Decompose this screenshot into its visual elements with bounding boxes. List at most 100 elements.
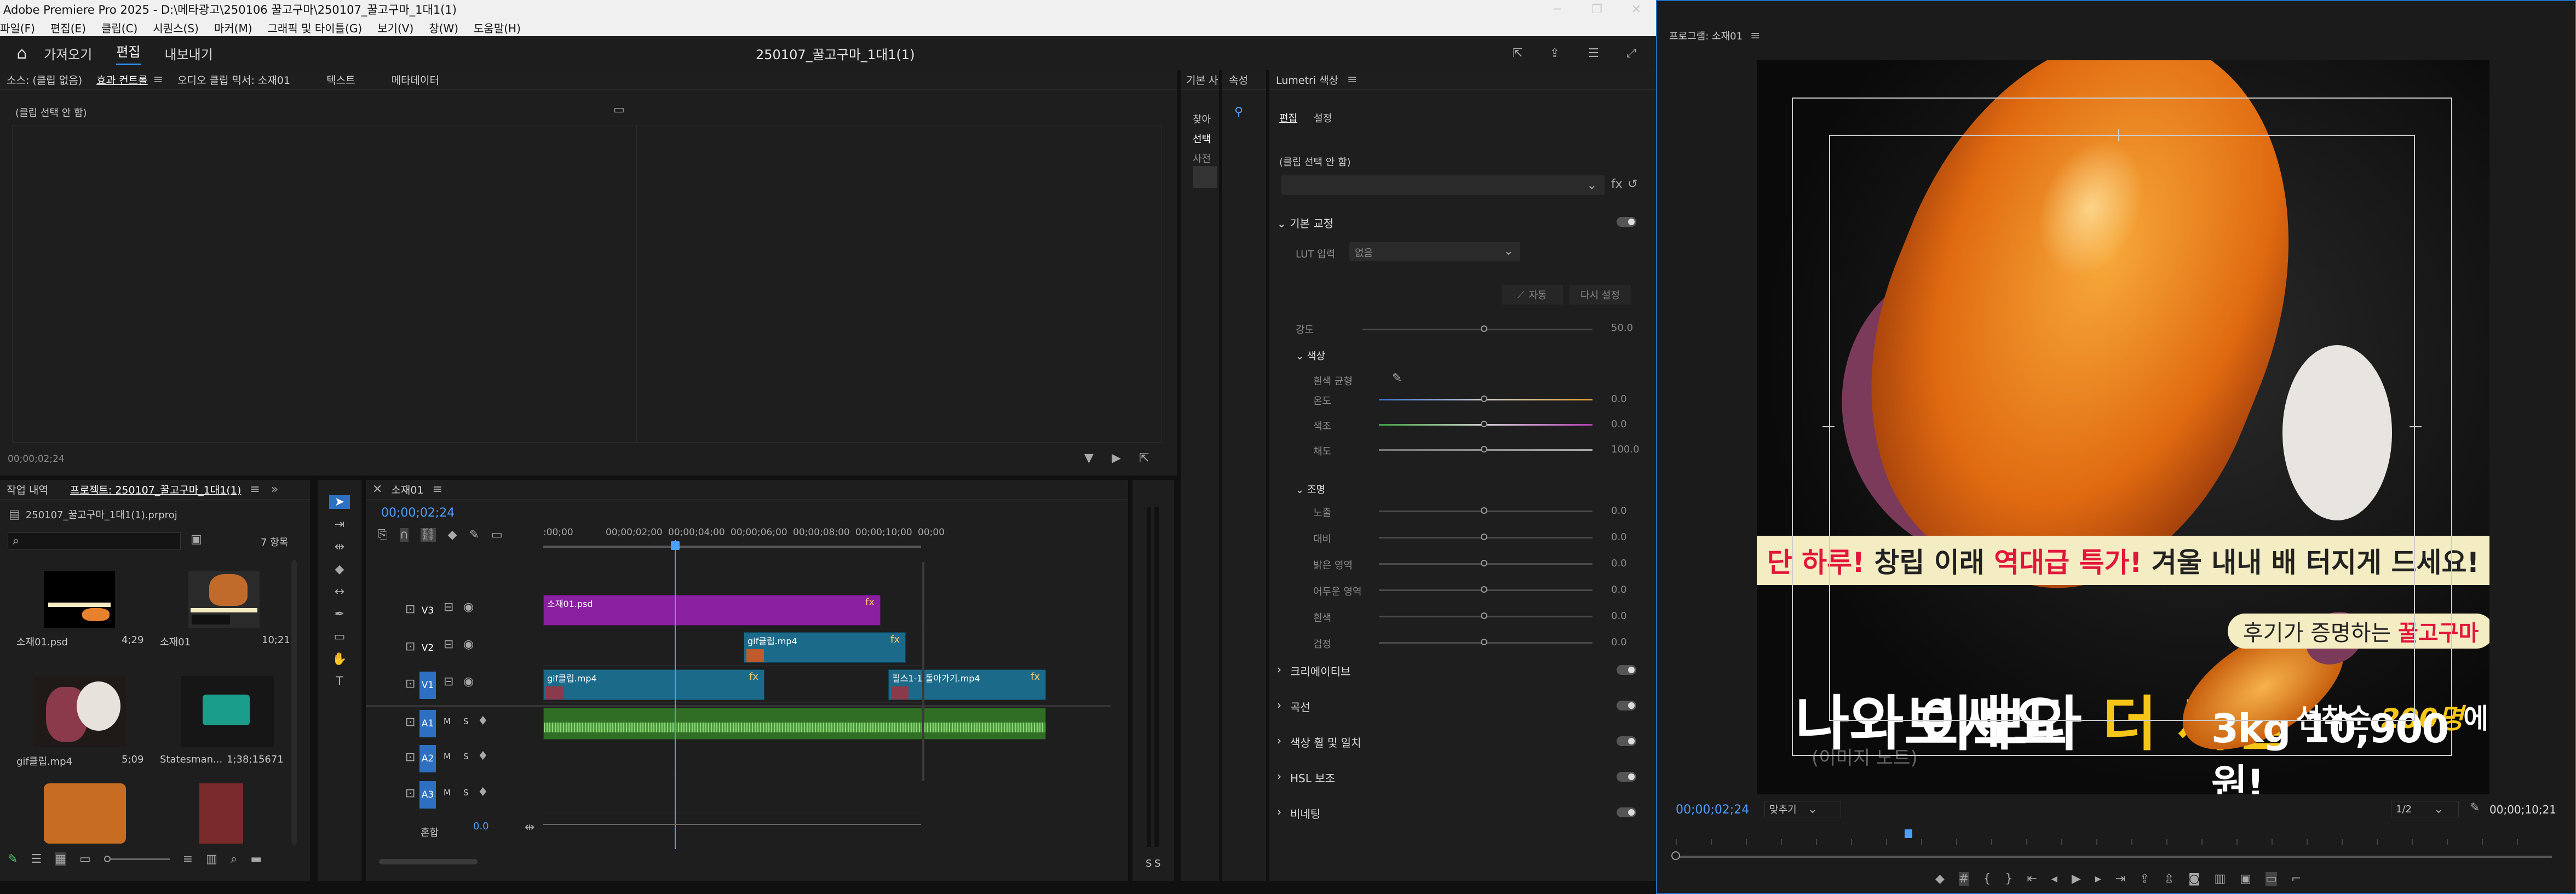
find-icon[interactable]: ⌕ xyxy=(231,852,237,866)
tab-metadata[interactable]: 메타데이터 xyxy=(392,72,439,87)
overlay-icon[interactable]: ▣ xyxy=(2240,872,2251,886)
eye-icon[interactable]: ◉ xyxy=(463,600,474,614)
light-slider-knob[interactable] xyxy=(1481,560,1487,566)
share-icon[interactable]: ⇪ xyxy=(1550,47,1560,60)
program-title[interactable]: 프로그램: 소재01 xyxy=(1669,28,1743,43)
timeline-menu-icon[interactable]: ≡ xyxy=(433,483,442,496)
project-scrollbar[interactable] xyxy=(291,560,297,845)
menu-marker[interactable]: 마커(M) xyxy=(214,20,252,36)
transform-handle-right[interactable] xyxy=(2410,426,2422,427)
section-basic[interactable]: ⌄ 기본 교정 xyxy=(1277,215,1333,231)
light-slider-knob[interactable] xyxy=(1481,586,1487,593)
slip-icon[interactable]: ↔ xyxy=(335,585,344,599)
fullscreen-icon[interactable]: ⤢ xyxy=(1626,47,1636,60)
tab-source[interactable]: 소스: (클립 없음) xyxy=(7,72,82,87)
eye-icon[interactable]: ◉ xyxy=(463,638,474,651)
mic-icon[interactable]: ♦ xyxy=(478,749,488,763)
settings-wrench-icon[interactable]: ✎ xyxy=(2470,801,2480,815)
camera-icon[interactable]: ◙ xyxy=(2188,872,2200,886)
linked-select-icon[interactable]: ⛓ xyxy=(420,528,436,542)
panel-menu-icon[interactable]: ≡ xyxy=(153,73,163,87)
project-menu-icon[interactable]: ≡ xyxy=(250,483,260,496)
intensity-knob[interactable] xyxy=(1481,325,1487,332)
transform-handle-left[interactable] xyxy=(1822,426,1835,427)
tab-essential[interactable]: 기본 사 xyxy=(1186,72,1218,87)
add-marker-icon[interactable]: ◆ xyxy=(448,528,457,542)
mini-item-find[interactable]: 찾아 xyxy=(1193,112,1211,126)
selection-tool-icon[interactable]: ➤ xyxy=(329,495,350,509)
menu-clip[interactable]: 클립(C) xyxy=(101,20,137,36)
vr-icon[interactable]: ⌐ xyxy=(2291,872,2301,886)
lock-icon[interactable]: ⊡ xyxy=(405,715,415,729)
workspaces-icon[interactable]: ☰ xyxy=(1588,47,1599,60)
tab-sequence[interactable]: 소재01 xyxy=(391,482,423,497)
zoom-slider[interactable] xyxy=(104,856,170,862)
lumetri-title[interactable]: Lumetri 색상 xyxy=(1276,72,1338,87)
sync-lock-icon[interactable]: ⊟ xyxy=(444,675,453,689)
lumetri-section-toggle[interactable] xyxy=(1617,736,1636,746)
light-slider-knob[interactable] xyxy=(1481,612,1487,619)
tab-properties[interactable]: 속성 xyxy=(1229,72,1248,87)
mark-out-icon[interactable]: } xyxy=(2005,872,2013,886)
lumetri-section-label[interactable]: 곡선 xyxy=(1290,698,1310,714)
lumetri-section-chevron[interactable]: › xyxy=(1277,698,1281,712)
section-light[interactable]: ⌄ 조명 xyxy=(1296,482,1325,496)
menu-sequence[interactable]: 시퀀스(S) xyxy=(153,20,199,36)
menu-window[interactable]: 창(W) xyxy=(429,20,458,36)
lumetri-section-toggle[interactable] xyxy=(1617,665,1636,675)
lumetri-section-chevron[interactable]: › xyxy=(1277,663,1281,676)
project-search-input[interactable]: ⌕ xyxy=(8,532,181,550)
light-slider-knob[interactable] xyxy=(1481,534,1487,540)
lumetri-section-toggle[interactable] xyxy=(1617,701,1636,710)
track-target[interactable]: V2 xyxy=(419,634,436,662)
play-icon[interactable]: ▶ xyxy=(2072,872,2081,886)
pen-tool-icon[interactable]: ✒ xyxy=(335,608,344,621)
clip-select-dropdown[interactable]: ⌄ xyxy=(1281,175,1605,195)
tab-project[interactable]: 프로젝트: 250107_꿀고구마_1대1(1) xyxy=(70,482,241,497)
track-select-icon[interactable]: ⇥ xyxy=(335,518,344,531)
timeline-hscroll[interactable] xyxy=(379,859,478,864)
reset-icon[interactable]: ↺ xyxy=(1628,177,1637,191)
scrubber-playhead[interactable] xyxy=(1905,829,1912,838)
track-target[interactable]: A1 xyxy=(419,710,436,737)
meter-solo-l[interactable]: S xyxy=(1146,858,1152,869)
track-target[interactable]: V1 xyxy=(419,672,436,699)
toggle-view-icon[interactable]: ▭ xyxy=(613,103,625,117)
transform-box-inner[interactable] xyxy=(1829,135,2415,721)
lumetri-section-label[interactable]: 크리에이티브 xyxy=(1290,663,1350,679)
close-tab-icon[interactable]: ✕ xyxy=(372,483,382,496)
lumetri-section-label[interactable]: 비네팅 xyxy=(1290,805,1320,821)
lock-icon[interactable]: ⊡ xyxy=(405,677,415,691)
timeline-vscroll[interactable] xyxy=(922,562,924,781)
clip-v1a[interactable]: gif클립.mp4 fx xyxy=(543,669,764,700)
lumetri-menu-icon[interactable]: ≡ xyxy=(1347,73,1357,87)
step-back-icon[interactable]: ◂ xyxy=(2051,872,2057,886)
clip-a1[interactable] xyxy=(543,708,1046,740)
rectangle-tool-icon[interactable]: ▭ xyxy=(334,630,346,644)
scrubber-start[interactable] xyxy=(1671,851,1680,860)
program-scrubber[interactable] xyxy=(1676,856,2552,858)
lumetri-section-toggle[interactable] xyxy=(1617,807,1636,817)
reset-button[interactable]: 다시 설정 xyxy=(1569,285,1631,305)
menu-file[interactable]: 파일(F) xyxy=(0,20,35,36)
safe-margins-icon[interactable]: # xyxy=(1958,872,1969,886)
auto-button[interactable]: ⟋ 자동 xyxy=(1502,285,1563,305)
lumetri-section-chevron[interactable]: › xyxy=(1277,734,1281,747)
quick-export-icon[interactable]: ⇱ xyxy=(1513,47,1522,60)
resolution-dropdown[interactable]: 1/2 ⌄ xyxy=(2391,801,2459,817)
maximize-icon[interactable]: ❐ xyxy=(1577,3,1617,16)
ripple-edit-icon[interactable]: ⇹ xyxy=(335,540,344,554)
tab-effect-controls[interactable]: 효과 컨트롤 xyxy=(96,72,147,87)
lut-dropdown[interactable]: 없음 ⌄ xyxy=(1349,242,1520,261)
eye-icon[interactable]: ◉ xyxy=(463,675,474,689)
lock-icon[interactable]: ⊡ xyxy=(405,640,415,654)
menu-graphics[interactable]: 그래픽 및 타이틀(G) xyxy=(268,20,363,36)
new-bin-icon[interactable]: ▣ xyxy=(191,532,202,546)
thumb-seq[interactable] xyxy=(188,571,260,628)
lock-icon[interactable]: ⊡ xyxy=(405,750,415,764)
mute-button[interactable]: M xyxy=(444,752,451,761)
menu-help[interactable]: 도움말(H) xyxy=(474,20,521,36)
list-view-icon[interactable]: ☰ xyxy=(31,852,42,866)
marker-icon[interactable]: ◆ xyxy=(1935,872,1945,886)
mix-nav-icon[interactable]: ⇹ xyxy=(525,821,534,834)
